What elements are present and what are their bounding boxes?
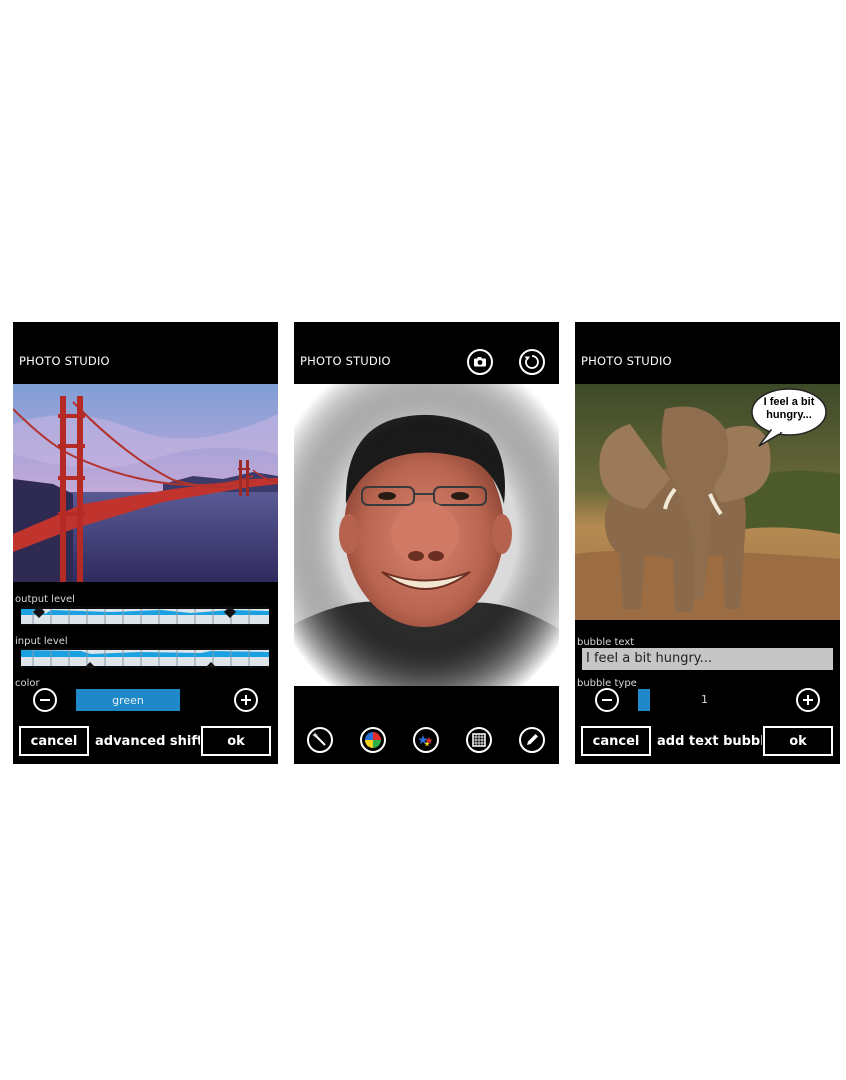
color-wheel-button[interactable] — [360, 727, 386, 753]
decrease-button[interactable] — [595, 688, 619, 712]
bubble-text-label: bubble text — [577, 637, 635, 648]
rotate-button[interactable] — [519, 349, 545, 375]
camera-icon — [474, 357, 486, 367]
camera-button[interactable] — [467, 349, 493, 375]
effects-button[interactable] — [413, 727, 439, 753]
app-title: PHOTO STUDIO — [300, 354, 391, 368]
ok-button[interactable]: ok — [763, 726, 833, 756]
screen-title: advanced shift c — [95, 734, 200, 749]
stars-effect-icon — [418, 735, 433, 747]
input-level-slider[interactable] — [21, 648, 269, 668]
elephant-photo: I feel a bit hungry... — [575, 384, 840, 620]
color-value: green — [112, 693, 144, 707]
grid-frame-icon — [472, 733, 486, 747]
magic-wand-button[interactable] — [307, 727, 333, 753]
minus-icon — [40, 699, 50, 701]
decrease-button[interactable] — [33, 688, 57, 712]
bubble-text-value: I feel a bit hungry... — [586, 651, 713, 666]
frame-button[interactable] — [466, 727, 492, 753]
output-level-slider[interactable] — [21, 606, 269, 626]
cancel-button[interactable]: cancel — [581, 726, 651, 756]
bubble-text-input[interactable]: I feel a bit hungry... — [582, 648, 833, 670]
pencil-icon — [527, 734, 538, 745]
ok-button[interactable]: ok — [201, 726, 271, 756]
speech-bubble-text: I feel a bit hungry... — [763, 396, 815, 421]
magic-wand-icon — [312, 732, 326, 746]
phone-screen-editor: PHOTO STUDIO — [294, 322, 559, 764]
app-title: PHOTO STUDIO — [19, 354, 110, 368]
color-value-box[interactable]: green — [76, 689, 180, 711]
draw-button[interactable] — [519, 727, 545, 753]
increase-button[interactable] — [234, 688, 258, 712]
bubble-type-value: 1 — [701, 693, 708, 706]
screen-title: add text bubble — [657, 734, 762, 749]
minus-icon — [602, 699, 612, 701]
app-title: PHOTO STUDIO — [581, 354, 672, 368]
color-label: color — [15, 678, 40, 689]
portrait-photo — [294, 384, 559, 686]
plus-icon — [803, 695, 813, 705]
bridge-photo — [13, 384, 278, 582]
phone-screen-text-bubble: PHOTO STUDIO I feel a bit hungry... bubb… — [575, 322, 840, 764]
increase-button[interactable] — [796, 688, 820, 712]
plus-icon — [241, 695, 251, 705]
phone-screen-advanced-shift: PHOTO STUDIO output level input level co… — [13, 322, 278, 764]
color-wheel-icon — [365, 732, 381, 748]
bubble-type-slider[interactable] — [638, 689, 650, 711]
cancel-button[interactable]: cancel — [19, 726, 89, 756]
rotate-icon — [524, 355, 539, 369]
input-level-label: input level — [15, 636, 68, 647]
output-level-label: output level — [15, 594, 75, 605]
